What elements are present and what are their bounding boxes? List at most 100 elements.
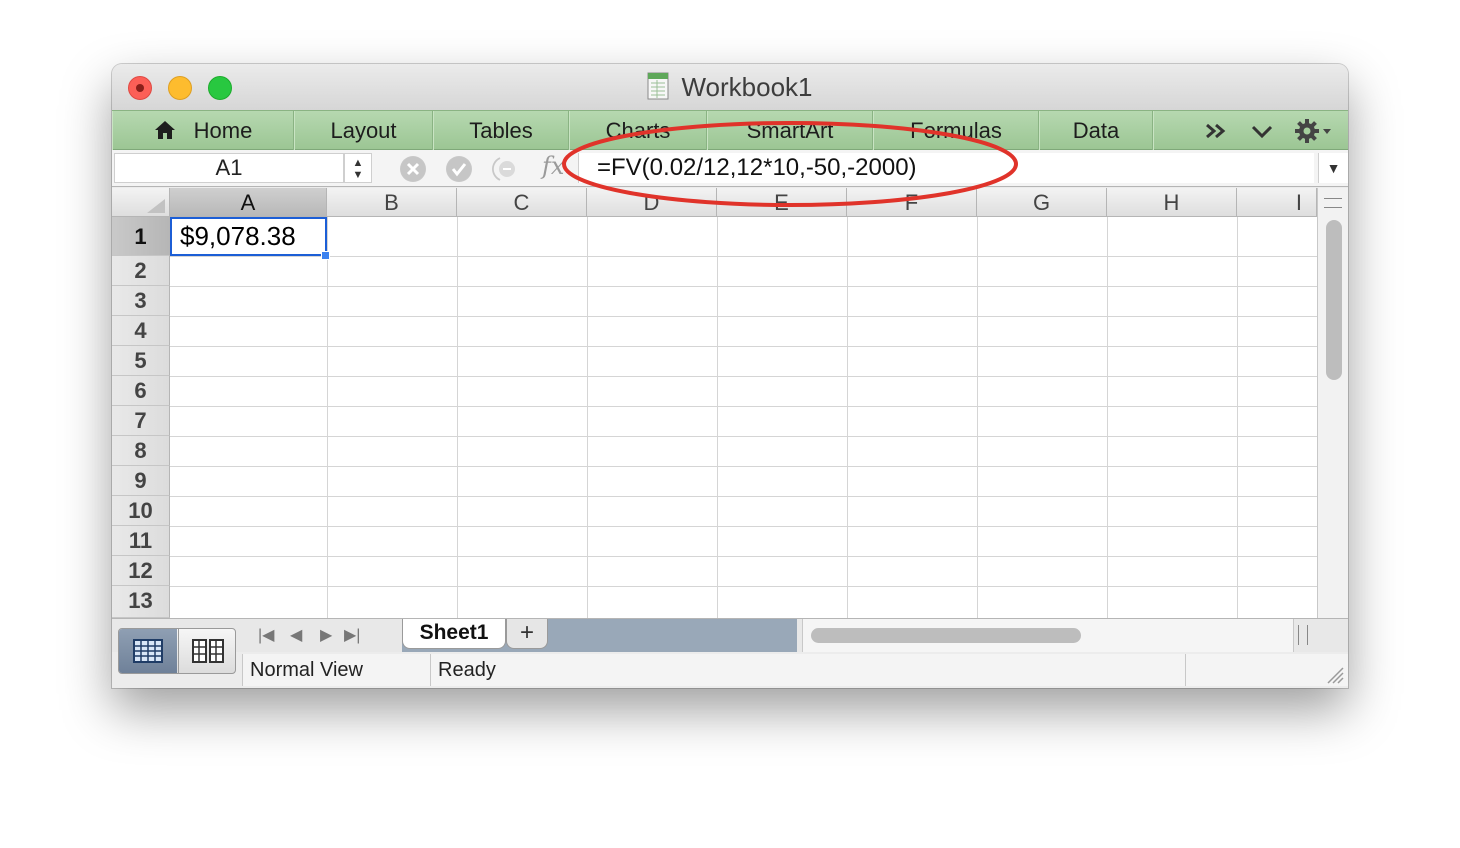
row-header-10[interactable]: 10: [112, 496, 170, 526]
name-box[interactable]: A1: [114, 153, 344, 183]
row-header-2[interactable]: 2: [112, 256, 170, 286]
window-title: Workbook1: [112, 72, 1348, 103]
ready-status: Ready: [430, 654, 1185, 686]
gridline: [717, 217, 718, 618]
page-layout-view-button[interactable]: [178, 629, 235, 673]
confirm-edit-icon[interactable]: [446, 156, 472, 182]
column-header-h[interactable]: H: [1107, 188, 1237, 217]
gridline: [170, 256, 1317, 257]
tab-formulas-label: Formulas: [910, 118, 1002, 143]
fill-handle[interactable]: [321, 251, 330, 260]
gridline: [1237, 217, 1238, 618]
chevron-down-icon[interactable]: [1250, 117, 1274, 145]
select-all-icon: [147, 199, 165, 213]
first-sheet-icon[interactable]: |◀: [258, 621, 274, 651]
column-header-i[interactable]: I: [1237, 188, 1317, 217]
gridline: [170, 556, 1317, 557]
horizontal-scroll-thumb[interactable]: [811, 628, 1081, 643]
gridline: [170, 316, 1317, 317]
tab-tables-label: Tables: [469, 118, 533, 143]
formula-builder-icon[interactable]: [492, 156, 518, 182]
gridline: [170, 346, 1317, 347]
home-icon: [154, 121, 175, 139]
workbook-document-icon: [647, 72, 669, 100]
tab-data-label: Data: [1072, 118, 1120, 143]
gridline: [170, 466, 1317, 467]
horizontal-split-handle-icon[interactable]: [1298, 625, 1308, 645]
tab-formulas[interactable]: Formulas: [873, 111, 1039, 150]
normal-view-button[interactable]: [119, 629, 177, 673]
add-sheet-button[interactable]: +: [506, 619, 548, 649]
tab-data[interactable]: Data: [1039, 111, 1153, 150]
vertical-scroll-thumb[interactable]: [1326, 220, 1342, 380]
insert-function-icon[interactable]: fx: [542, 152, 564, 180]
sheet-tab-sheet1[interactable]: Sheet1: [402, 619, 506, 649]
ribbon-tools: [1153, 111, 1348, 150]
previous-sheet-icon[interactable]: ◀: [290, 621, 302, 651]
view-mode-status: Normal View: [242, 654, 430, 686]
gear-icon[interactable]: [1294, 117, 1334, 145]
page-layout-view-icon: [192, 639, 224, 663]
gridline: [170, 286, 1317, 287]
gridline: [170, 526, 1317, 527]
formula-input[interactable]: =FV(0.02/12,12*10,-50,-2000): [578, 153, 1314, 183]
name-box-stepper[interactable]: ▲ ▼: [344, 153, 372, 183]
gridline: [170, 376, 1317, 377]
title-bar: Workbook1: [112, 64, 1348, 110]
column-header-d[interactable]: D: [587, 188, 717, 217]
gridline: [170, 406, 1317, 407]
row-header-1[interactable]: 1: [112, 217, 170, 256]
tab-smartart[interactable]: SmartArt: [707, 111, 873, 150]
gridline: [847, 217, 848, 618]
split-handle-icon[interactable]: [1324, 198, 1342, 208]
gridline: [170, 586, 1317, 587]
gridline: [977, 217, 978, 618]
column-header-g[interactable]: G: [977, 188, 1107, 217]
horizontal-scrollbar[interactable]: [802, 619, 1294, 652]
active-cell-a1[interactable]: $9,078.38: [170, 217, 327, 256]
caret-down-icon: ▼: [1326, 160, 1341, 176]
tab-charts-label: Charts: [605, 118, 671, 143]
cancel-edit-icon[interactable]: [400, 156, 426, 182]
tab-charts[interactable]: Charts: [569, 111, 707, 150]
window-title-text: Workbook1: [681, 72, 813, 102]
formula-bar: A1 ▲ ▼ fx =FV(0.02/12,12*10,-50,-2000) ▼: [112, 150, 1348, 187]
next-sheet-icon[interactable]: ▶: [320, 621, 332, 651]
spreadsheet-grid[interactable]: A B C D E F G H I 1 2 3 4 5 6 7 8 9 10 1…: [112, 188, 1317, 618]
gridline: [457, 217, 458, 618]
row-header-7[interactable]: 7: [112, 406, 170, 436]
row-header-13[interactable]: 13: [112, 586, 170, 618]
tab-home-label: Home: [193, 118, 253, 143]
tab-layout[interactable]: Layout: [294, 111, 433, 150]
tab-smartart-label: SmartArt: [746, 118, 834, 143]
row-header-6[interactable]: 6: [112, 376, 170, 406]
sheet-tab-bar: |◀ ◀ ▶ ▶| Sheet1 +: [112, 618, 1348, 652]
column-header-e[interactable]: E: [717, 188, 847, 217]
gridline: [1107, 217, 1108, 618]
resize-grip-icon[interactable]: [1324, 664, 1344, 684]
last-sheet-icon[interactable]: ▶|: [344, 621, 360, 651]
ribbon-tabs: Home Layout Tables Charts SmartArt Formu…: [112, 110, 1348, 150]
normal-view-icon: [133, 639, 163, 663]
gridline: [170, 436, 1317, 437]
excel-window: Workbook1 Home Layout Tables Charts Smar…: [112, 64, 1348, 688]
row-header-11[interactable]: 11: [112, 526, 170, 556]
select-all-corner[interactable]: [112, 188, 170, 217]
column-header-c[interactable]: C: [457, 188, 587, 217]
tab-home[interactable]: Home: [112, 111, 294, 150]
chevrons-right-icon[interactable]: [1204, 117, 1230, 145]
row-header-5[interactable]: 5: [112, 346, 170, 376]
formula-expand-button[interactable]: ▼: [1318, 153, 1348, 183]
column-header-a[interactable]: A: [170, 188, 327, 217]
vertical-scrollbar[interactable]: [1317, 188, 1348, 618]
sheet-navigation: |◀ ◀ ▶ ▶|: [244, 621, 374, 651]
row-header-12[interactable]: 12: [112, 556, 170, 586]
column-header-b[interactable]: B: [327, 188, 457, 217]
row-header-3[interactable]: 3: [112, 286, 170, 316]
column-header-f[interactable]: F: [847, 188, 977, 217]
tab-tables[interactable]: Tables: [433, 111, 569, 150]
gridline: [170, 496, 1317, 497]
row-header-9[interactable]: 9: [112, 466, 170, 496]
row-header-4[interactable]: 4: [112, 316, 170, 346]
row-header-8[interactable]: 8: [112, 436, 170, 466]
